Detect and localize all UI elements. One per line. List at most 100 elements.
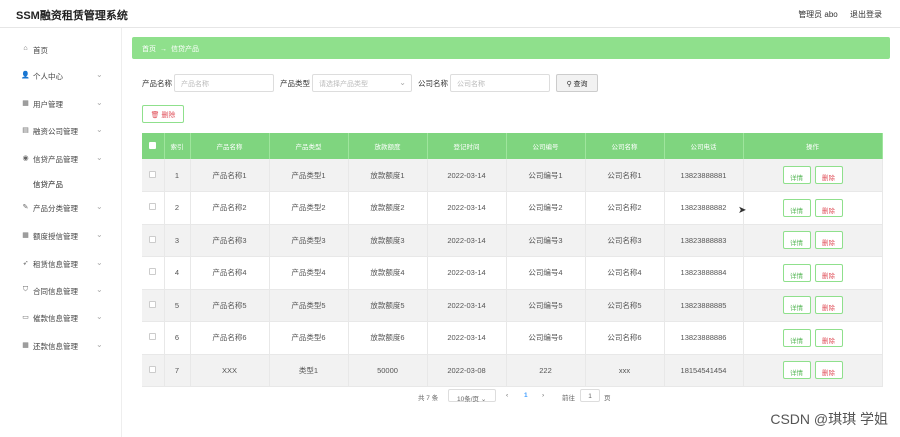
delete-row-button[interactable]: 删除 [814,361,843,380]
table-cell: 公司名称5 [585,289,665,322]
row-checkbox[interactable] [149,170,157,178]
delete-row-button[interactable]: 删除 [814,231,843,250]
sidebar-item[interactable]: ▤ 融资公司管理 ⌄ [0,124,122,138]
prev-page-icon[interactable]: ‹ [506,392,508,399]
table-cell: 2 [164,191,191,225]
select-all-checkbox[interactable] [149,141,157,149]
table-row: 2 产品名称2 产品类型2 放款额度2 2022-03-14 公司编号2 公司名称2 1382… [142,191,883,225]
chevron-down-icon: ⌄ [96,202,103,211]
sidebar-item[interactable]: ✎ 产品分类管理 ⌄ [0,201,122,215]
table-cell: 2022-03-14 [427,256,507,290]
sidebar-item[interactable]: ▦ 额度授信管理 ⌄ [0,229,122,243]
table-cell: 13823888882 [664,191,744,225]
table-cell: XXX [190,354,270,387]
sidebar-item[interactable]: ◉ 信贷产品管理 ⌄ [0,152,122,166]
table-cell: 18154541454 [664,354,744,387]
table-cell: 产品名称4 [190,256,270,290]
breadcrumb-home[interactable]: 首页 [142,46,156,53]
table-cell: 公司编号3 [506,224,586,257]
sidebar-item[interactable]: ▦ 用户管理 ⌄ [0,97,122,111]
table-cell: 13823888884 [664,256,744,290]
sidebar-item-label: 个人中心 [33,72,63,81]
sidebar-item[interactable]: ▭ 催款信息管理 ⌄ [0,311,122,325]
table-header-cell: 放款额度 [348,133,428,159]
header-select-all[interactable] [142,133,165,159]
table-cell: 2022-03-14 [427,321,507,355]
sidebar-item[interactable]: 👤 个人中心 ⌄ [0,69,122,83]
delete-row-button[interactable]: 删除 [814,263,843,282]
table-cell: 5 [164,289,191,322]
mouse-cursor-icon: ➤ [738,205,747,216]
row-checkbox[interactable] [149,333,157,341]
app-title: SSM融资租赁管理系统 [16,10,128,22]
row-actions-cell: 详情 删除 [743,354,883,387]
page-number-current[interactable]: 1 [524,392,528,399]
search-button[interactable]: ⚲ 查询 [556,74,598,92]
batch-delete-button[interactable]: 🗑 删除 [142,105,184,123]
table-cell: 公司编号2 [506,191,586,225]
table-cell: 2022-03-14 [427,191,507,225]
row-checkbox[interactable] [149,365,157,373]
table-cell: 产品名称6 [190,321,270,355]
row-checkbox[interactable] [149,300,157,308]
row-select-cell [142,224,165,257]
product-name-label: 产品名称 [142,79,172,88]
sidebar-item-label: 首页 [33,46,48,55]
product-name-input[interactable]: 产品名称 [174,74,274,92]
trash-icon: 🗑 [150,112,160,119]
table-row: 1 产品名称1 产品类型1 放款额度1 2022-03-14 公司编号1 公司名称1 1382… [142,159,883,192]
company-name-label: 公司名称 [418,79,448,88]
row-checkbox[interactable] [149,268,157,276]
product-table: 索引 产品名称 产品类型 放款额度 登记时间 公司编号 公司名称 公司电话 操作 1 产品名称1 产… [142,133,883,387]
logout-link[interactable]: 退出登录 [850,10,882,19]
detail-button[interactable]: 详情 [782,231,811,250]
delete-row-button[interactable]: 删除 [814,166,843,184]
goto-page-input[interactable]: 1 [580,389,600,402]
top-bar: SSM融资租赁管理系统 管理员 abo 退出登录 [0,0,900,28]
table-cell: 产品类型6 [269,321,349,355]
company-name-input[interactable]: 公司名称 [450,74,550,92]
search-icon: ⚲ [566,81,572,88]
sidebar-item[interactable]: ⛉ 合同信息管理 ⌄ [0,284,122,298]
table-cell: 1 [164,159,191,192]
row-select-cell [142,289,165,322]
detail-button[interactable]: 详情 [782,263,811,282]
sidebar-item[interactable]: ⌂ 首页 [0,43,122,57]
page-size-select[interactable]: 10条/页 ⌄ [448,389,496,403]
table-cell: 2022-03-14 [427,159,507,192]
table-cell: 2022-03-08 [427,354,507,387]
table-cell: 2022-03-14 [427,289,507,322]
delete-row-button[interactable]: 删除 [814,296,843,315]
location-icon: ◉ [22,155,29,162]
sidebar-item[interactable]: ▦ 还款信息管理 ⌄ [0,339,122,353]
table-cell: 产品类型4 [269,256,349,290]
detail-button[interactable]: 详情 [782,296,811,315]
detail-button[interactable]: 详情 [782,166,811,184]
next-page-icon[interactable]: › [542,392,544,399]
detail-button[interactable]: 详情 [782,198,811,217]
product-type-select[interactable]: 请选择产品类型 ⌄ [312,74,412,92]
pagination-total: 共 7 条 [418,395,439,402]
grid-icon: ▦ [22,232,29,239]
product-type-placeholder: 请选择产品类型 [319,81,368,88]
table-body: 1 产品名称1 产品类型1 放款额度1 2022-03-14 公司编号1 公司名称1 1382… [142,159,883,387]
search-button-label: 查询 [573,81,588,88]
detail-button[interactable]: 详情 [782,328,811,347]
table-header-cell: 公司电话 [664,133,744,159]
table-header-cell: 操作 [743,133,883,159]
row-checkbox[interactable] [149,203,157,211]
current-user: 管理员 abo [798,10,838,19]
row-checkbox[interactable] [149,235,157,243]
sidebar-subitem-credit-product[interactable]: 信贷产品 [33,179,63,190]
top-right-area: 管理员 abo 退出登录 [788,9,882,20]
table-cell: 6 [164,321,191,355]
row-select-cell [142,159,165,192]
table-header-cell: 索引 [164,133,191,159]
detail-button[interactable]: 详情 [782,361,811,380]
table-cell: 产品类型3 [269,224,349,257]
delete-row-button[interactable]: 删除 [814,198,843,217]
sidebar-item-label: 催款信息管理 [33,314,78,323]
sidebar-item[interactable]: ➶ 租赁信息管理 ⌄ [0,257,122,271]
delete-row-button[interactable]: 删除 [814,328,843,347]
chevron-down-icon: ⌄ [399,78,406,87]
